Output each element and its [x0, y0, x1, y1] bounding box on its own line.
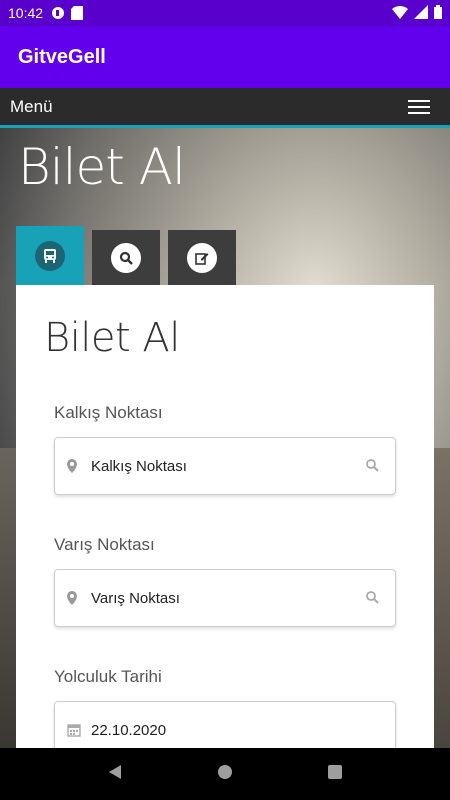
back-icon[interactable]	[107, 764, 123, 785]
map-marker-icon	[67, 589, 81, 607]
menu-label[interactable]: Menü	[10, 97, 53, 117]
battery-icon	[434, 4, 442, 22]
departure-label: Kalkış Noktası	[54, 403, 163, 422]
date-input[interactable]: 22.10.2020	[54, 701, 396, 748]
arrival-label: Varış Noktası	[54, 535, 155, 554]
status-time: 10:42	[8, 5, 44, 21]
app-bar: GitveGell	[0, 26, 450, 88]
arrival-input[interactable]: Varış Noktası	[54, 569, 396, 627]
search-icon	[111, 243, 141, 273]
hero-title: Bilet Al	[18, 138, 186, 196]
tab-search[interactable]	[92, 230, 160, 286]
tab-edit[interactable]	[168, 230, 236, 286]
ticket-form-card: Bilet Al Kalkış Noktası Kalkış Noktası V…	[16, 285, 434, 748]
app-notification-icon	[51, 6, 65, 20]
arrival-placeholder: Varış Noktası	[91, 589, 180, 607]
date-value: 22.10.2020	[91, 721, 167, 739]
sd-card-icon	[71, 6, 85, 20]
bus-icon	[35, 241, 65, 271]
hamburger-menu-icon[interactable]	[408, 99, 430, 114]
edit-icon	[187, 243, 217, 273]
date-label: Yolculuk Tarihi	[54, 667, 162, 686]
departure-input[interactable]: Kalkış Noktası	[54, 437, 396, 495]
status-icons	[392, 4, 442, 22]
signal-icon	[414, 4, 428, 22]
card-title: Bilet Al	[44, 315, 180, 361]
background-right-edge	[434, 448, 450, 748]
webview: Menü Bilet Al Bilet Al Kalkış Noktası Ka…	[0, 88, 450, 748]
tab-buy-ticket[interactable]	[16, 226, 84, 286]
search-icon	[365, 590, 381, 606]
map-marker-icon	[67, 457, 81, 475]
system-nav-bar	[0, 748, 450, 800]
departure-placeholder: Kalkış Noktası	[91, 457, 187, 475]
home-icon[interactable]	[217, 764, 233, 785]
status-bar: 10:42	[0, 0, 450, 26]
recents-icon[interactable]	[327, 764, 343, 785]
tab-bar	[16, 226, 236, 286]
search-icon	[365, 458, 381, 474]
wifi-icon	[392, 5, 408, 22]
menu-bar: Menü	[0, 88, 450, 128]
calendar-icon	[67, 721, 81, 739]
app-title: GitveGell	[18, 45, 106, 68]
